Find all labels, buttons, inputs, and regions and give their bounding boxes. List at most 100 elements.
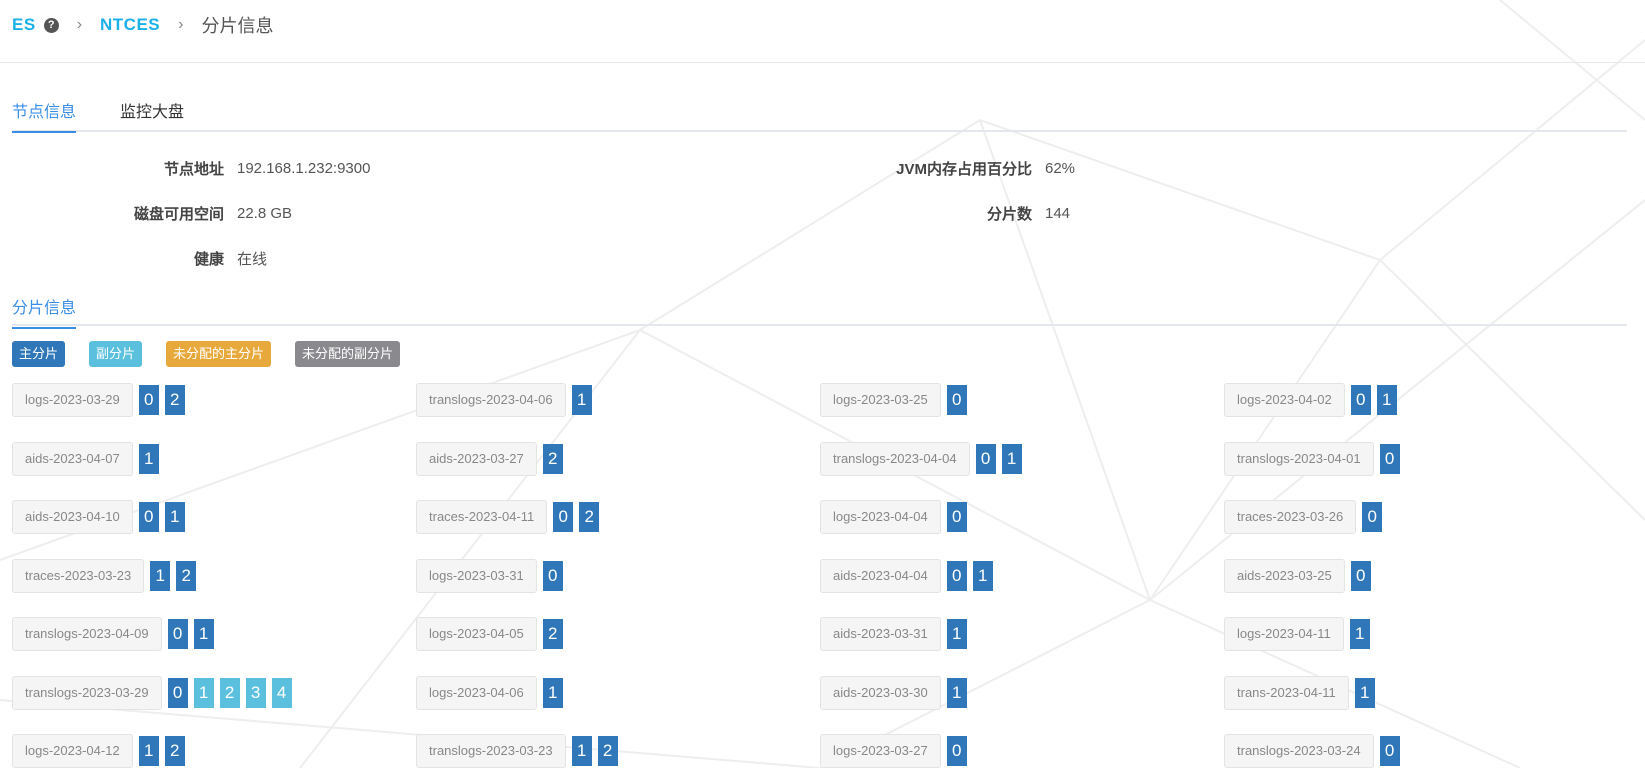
help-icon[interactable]: ? bbox=[43, 17, 59, 33]
index-card: translogs-2023-04-04 0 1 bbox=[820, 441, 1022, 476]
index-card: logs-2023-03-27 0 bbox=[820, 734, 967, 768]
legend-replica: 副分片 bbox=[89, 341, 143, 367]
primary-shard[interactable]: 1 bbox=[138, 443, 159, 474]
primary-shard[interactable]: 0 bbox=[553, 502, 574, 532]
index-name: logs-2023-04-05 bbox=[416, 617, 537, 651]
shard-legend: 主分片 副分片 未分配的主分片 未分配的副分片 bbox=[12, 341, 401, 367]
index-card: aids-2023-03-27 2 bbox=[416, 441, 563, 476]
primary-shard[interactable]: 1 bbox=[972, 560, 993, 591]
primary-shard[interactable]: 2 bbox=[542, 443, 563, 474]
primary-shard[interactable]: 2 bbox=[597, 736, 618, 766]
replica-shard[interactable]: 4 bbox=[271, 677, 292, 708]
index-name: aids-2023-03-30 bbox=[820, 675, 941, 710]
index-card: logs-2023-03-31 0 bbox=[416, 558, 563, 593]
index-card: logs-2023-04-04 0 bbox=[820, 500, 967, 534]
primary-shard[interactable]: 2 bbox=[542, 619, 563, 649]
primary-shard[interactable]: 0 bbox=[1362, 502, 1383, 532]
primary-shard[interactable]: 0 bbox=[975, 443, 996, 474]
index-name: aids-2023-03-27 bbox=[416, 441, 537, 476]
primary-shard[interactable]: 1 bbox=[1001, 443, 1022, 474]
primary-shard[interactable]: 1 bbox=[571, 736, 592, 766]
index-card: translogs-2023-04-06 1 bbox=[416, 383, 592, 417]
index-name: logs-2023-03-27 bbox=[820, 734, 941, 768]
index-name: translogs-2023-04-01 bbox=[1224, 441, 1374, 476]
primary-shard[interactable]: 0 bbox=[946, 560, 967, 591]
disk-space-row: 磁盘可用空间 22.8 GB bbox=[0, 203, 292, 224]
primary-shard[interactable]: 1 bbox=[138, 736, 159, 766]
index-card: logs-2023-04-12 1 2 bbox=[12, 734, 185, 768]
index-card: traces-2023-04-11 0 2 bbox=[416, 500, 600, 534]
index-card: aids-2023-04-07 1 bbox=[12, 441, 159, 476]
index-name: logs-2023-04-04 bbox=[820, 500, 941, 534]
node-tabs: 节点信息 监控大盘 bbox=[12, 92, 1627, 133]
primary-shard[interactable]: 1 bbox=[1376, 385, 1397, 415]
jvm-label: JVM内存占用百分比 bbox=[896, 161, 1032, 178]
index-card: translogs-2023-03-23 1 2 bbox=[416, 734, 618, 768]
shard-count-label: 分片数 bbox=[986, 206, 1032, 223]
primary-shard[interactable]: 0 bbox=[542, 560, 563, 591]
primary-shard[interactable]: 0 bbox=[946, 736, 967, 766]
primary-shard[interactable]: 0 bbox=[138, 502, 159, 532]
chevron-right-icon: › bbox=[76, 16, 83, 33]
index-card: logs-2023-04-11 1 bbox=[1224, 617, 1370, 651]
index-name: logs-2023-03-25 bbox=[820, 383, 941, 417]
tab-monitor-dashboard[interactable]: 监控大盘 bbox=[120, 98, 184, 131]
index-card: aids-2023-03-25 0 bbox=[1224, 558, 1371, 593]
breadcrumb-root[interactable]: ES bbox=[12, 15, 36, 35]
primary-shard[interactable]: 0 bbox=[167, 677, 188, 708]
replica-shard[interactable]: 1 bbox=[193, 677, 214, 708]
index-name: translogs-2023-03-24 bbox=[1224, 734, 1374, 768]
health-row: 健康 在线 bbox=[0, 248, 267, 269]
top-bar: ES ? › NTCES › 分片信息 bbox=[0, 0, 1645, 63]
primary-shard[interactable]: 0 bbox=[1379, 736, 1400, 766]
health-label: 健康 bbox=[193, 251, 224, 268]
primary-shard[interactable]: 1 bbox=[193, 619, 214, 649]
index-card: aids-2023-04-04 0 1 bbox=[820, 558, 993, 593]
index-name: logs-2023-04-02 bbox=[1224, 383, 1345, 417]
index-name: logs-2023-04-06 bbox=[416, 675, 537, 710]
index-card: translogs-2023-03-29 0 1 2 3 4 bbox=[12, 675, 292, 710]
index-card: traces-2023-03-23 1 2 bbox=[12, 558, 197, 593]
primary-shard[interactable]: 2 bbox=[164, 385, 185, 415]
primary-shard[interactable]: 0 bbox=[167, 619, 188, 649]
health-value: 在线 bbox=[237, 251, 268, 268]
primary-shard[interactable]: 1 bbox=[946, 619, 967, 649]
index-name: trans-2023-04-11 bbox=[1224, 675, 1349, 710]
disk-space-label: 磁盘可用空间 bbox=[133, 206, 224, 223]
primary-shard[interactable]: 2 bbox=[579, 502, 600, 532]
primary-shard[interactable]: 0 bbox=[138, 385, 159, 415]
jvm-row: JVM内存占用百分比 62% bbox=[820, 158, 1075, 179]
index-name: logs-2023-03-31 bbox=[416, 558, 537, 593]
index-name: logs-2023-04-11 bbox=[1224, 617, 1344, 651]
index-card: translogs-2023-03-24 0 bbox=[1224, 734, 1400, 768]
replica-shard[interactable]: 2 bbox=[219, 677, 240, 708]
chevron-right-icon: › bbox=[178, 16, 184, 33]
primary-shard[interactable]: 0 bbox=[1350, 560, 1371, 591]
index-name: aids-2023-03-31 bbox=[820, 617, 941, 651]
primary-shard[interactable]: 1 bbox=[946, 677, 967, 708]
primary-shard[interactable]: 2 bbox=[176, 560, 197, 591]
index-card: translogs-2023-04-09 0 1 bbox=[12, 617, 214, 651]
primary-shard[interactable]: 0 bbox=[946, 502, 967, 532]
index-name: traces-2023-04-11 bbox=[416, 500, 548, 534]
index-name: aids-2023-04-07 bbox=[12, 441, 133, 476]
primary-shard[interactable]: 2 bbox=[164, 736, 185, 766]
primary-shard[interactable]: 1 bbox=[164, 502, 185, 532]
index-name: logs-2023-03-29 bbox=[12, 383, 133, 417]
primary-shard[interactable]: 0 bbox=[1379, 443, 1400, 474]
primary-shard[interactable]: 1 bbox=[1349, 619, 1370, 649]
primary-shard[interactable]: 0 bbox=[1350, 385, 1371, 415]
breadcrumb-cluster[interactable]: NTCES bbox=[100, 15, 160, 35]
primary-shard[interactable]: 1 bbox=[542, 677, 563, 708]
tab-node-info[interactable]: 节点信息 bbox=[12, 98, 77, 133]
primary-shard[interactable]: 1 bbox=[571, 385, 592, 415]
primary-shard[interactable]: 0 bbox=[946, 385, 967, 415]
primary-shard[interactable]: 1 bbox=[150, 560, 171, 591]
index-name: translogs-2023-04-04 bbox=[820, 441, 970, 476]
primary-shard[interactable]: 1 bbox=[1354, 677, 1375, 708]
replica-shard[interactable]: 3 bbox=[245, 677, 266, 708]
index-name: translogs-2023-04-06 bbox=[416, 383, 566, 417]
shard-section-title[interactable]: 分片信息 bbox=[12, 294, 77, 329]
breadcrumb-current: 分片信息 bbox=[201, 16, 274, 36]
index-card: aids-2023-03-30 1 bbox=[820, 675, 967, 710]
